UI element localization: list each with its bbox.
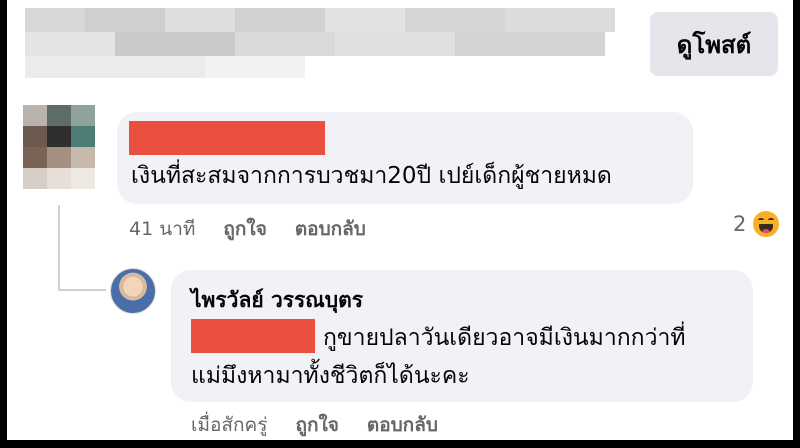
- like-button[interactable]: ถูกใจ: [223, 214, 266, 244]
- view-post-button[interactable]: ดูโพสต์: [650, 12, 778, 76]
- reply-button[interactable]: ตอบกลับ: [295, 214, 366, 244]
- redacted-name: [129, 121, 325, 155]
- haha-icon: [752, 210, 781, 238]
- comment-text: เงินที่สะสมจากการบวชมา20ปี เปย์เด็กผู้ชา…: [131, 163, 612, 189]
- thread-line: [58, 205, 60, 291]
- reply-text-line1: กูขายปลาวันเดียวอาจมีเงินมากกว่าที่: [323, 325, 686, 351]
- avatar[interactable]: [110, 268, 156, 314]
- comment-screenshot: ดูโพสต์ เงินที่สะสมจากการบวชมา20ปี เปย์เ…: [7, 0, 793, 440]
- thread-connector: [58, 289, 106, 291]
- comment-time: 41 นาที: [129, 218, 196, 240]
- reaction-count: 2: [733, 212, 747, 236]
- avatar-blurred: [23, 105, 95, 189]
- redacted-mention: [191, 319, 315, 353]
- reply-button[interactable]: ตอบกลับ: [367, 410, 438, 440]
- reply-actions: เมื่อสักครู่ ถูกใจ ตอบกลับ: [191, 410, 438, 440]
- reply-bubble: ไพรวัลย์ วรรณบุตร กูขายปลาวันเดียวอาจมีเ…: [171, 270, 753, 402]
- reply-author[interactable]: ไพรวัลย์ วรรณบุตร: [191, 284, 363, 317]
- comment-actions: 41 นาที ถูกใจ ตอบกลับ: [129, 214, 366, 244]
- reply-time: เมื่อสักครู่: [191, 414, 268, 436]
- comment-bubble: เงินที่สะสมจากการบวชมา20ปี เปย์เด็กผู้ชา…: [117, 112, 693, 204]
- like-button[interactable]: ถูกใจ: [295, 410, 338, 440]
- blurred-post-header: [25, 8, 625, 78]
- reply-text-line2: แม่มึงหามาทั้งชีวิตก็ได้นะคะ: [191, 363, 470, 389]
- reaction-summary[interactable]: 2: [733, 210, 781, 238]
